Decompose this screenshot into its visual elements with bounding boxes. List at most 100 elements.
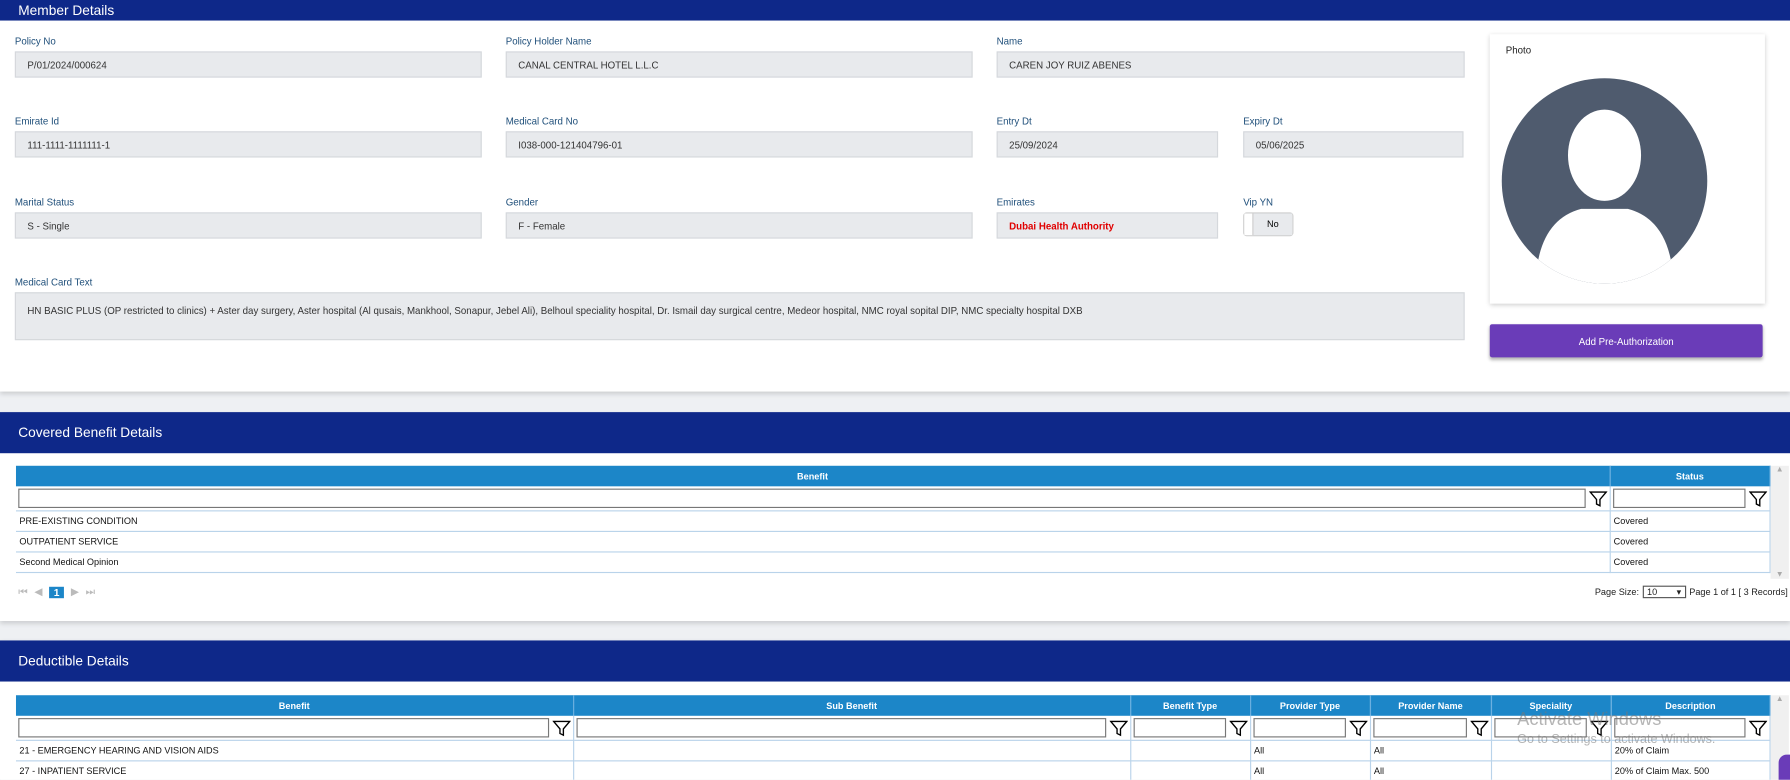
section-title: Member Details (18, 2, 115, 19)
photo-card: Photo (1489, 34, 1765, 304)
emirate-id-label: Emirate Id (14, 115, 60, 127)
column-filter-input[interactable] (1252, 718, 1346, 738)
covered-benefit-header: Covered Benefit Details (0, 412, 1790, 454)
card-no-field[interactable]: I038-000-121404796-01 (505, 131, 973, 158)
column-filter-input[interactable] (18, 718, 549, 738)
avatar-placeholder-icon (1501, 78, 1708, 284)
table-row[interactable]: Second Medical Opinion Covered (15, 551, 1771, 574)
photo-label: Photo (1505, 44, 1532, 56)
add-pre-authorization-button[interactable]: Add Pre-Authorization (1489, 324, 1763, 358)
policy-no-label: Policy No (14, 35, 56, 47)
marital-status-field[interactable]: S - Single (14, 212, 482, 239)
filter-icon[interactable] (1748, 489, 1768, 507)
status-filter-input[interactable] (1612, 488, 1746, 509)
table-cell (573, 760, 1131, 780)
column-header[interactable]: Provider Type (1250, 695, 1371, 716)
prev-page-icon[interactable]: ◀ (34, 586, 42, 599)
benefit-cell: OUTPATIENT SERVICE (15, 531, 1611, 553)
pager: ⏮ ◀ 1 ▶ ⏭ (18, 586, 95, 599)
deductible-header: Deductible Details (0, 640, 1790, 682)
column-header[interactable]: Benefit Type (1130, 695, 1251, 716)
watermark-line1: Activate Windows (1517, 710, 1662, 730)
vip-toggle[interactable]: No (1243, 212, 1294, 237)
column-header-benefit[interactable]: Benefit (15, 465, 1611, 487)
table-cell: All (1369, 740, 1492, 762)
watermark-line2: Go to Settings to activate Windows. (1517, 732, 1716, 747)
column-header-status[interactable]: Status (1609, 465, 1771, 487)
table-cell: All (1250, 760, 1371, 780)
expiry-dt-field[interactable]: 05/06/2025 (1243, 131, 1464, 158)
page-size-value: 10 (1647, 586, 1658, 598)
table-cell (1130, 740, 1251, 762)
status-cell: Covered (1609, 531, 1771, 553)
column-filter-input[interactable] (575, 718, 1106, 738)
table-row[interactable]: 27 - INPATIENT SERVICE All All 20% of Claim… (15, 760, 1771, 780)
column-header[interactable]: Sub Benefit (573, 695, 1131, 716)
entry-dt-field[interactable]: 25/09/2024 (996, 131, 1219, 158)
gender-field[interactable]: F - Female (505, 212, 973, 239)
table-row[interactable]: 21 - EMERGENCY HEARING AND VISION AIDS Al… (15, 740, 1771, 762)
vip-label: Vip YN (1243, 196, 1274, 208)
page-number-button[interactable]: 1 (49, 586, 64, 598)
emirates-field[interactable]: Dubai Health Authority (996, 212, 1219, 239)
filter-icon[interactable] (1748, 719, 1768, 737)
section-title: Deductible Details (18, 652, 129, 669)
table-row[interactable]: PRE-EXISTING CONDITION Covered (15, 510, 1771, 532)
chevron-down-icon: ▾ (1676, 586, 1682, 598)
table-cell: 21 - EMERGENCY HEARING AND VISION AIDS (15, 740, 574, 762)
card-text-label: Medical Card Text (14, 276, 93, 288)
vip-toggle-value: No (1253, 213, 1293, 236)
covered-benefit-table: Benefit Status PRE-EXISTING CONDITION Cove… (15, 465, 1771, 574)
column-header[interactable]: Provider Name (1369, 695, 1492, 716)
windows-activation-watermark: Activate Windows Go to Settings to activ… (1517, 710, 1715, 747)
column-filter-input[interactable] (1133, 718, 1226, 738)
name-field[interactable]: CAREN JOY RUIZ ABENES (996, 51, 1465, 78)
section-title: Covered Benefit Details (18, 424, 163, 441)
filter-icon[interactable] (1469, 719, 1489, 737)
filter-icon[interactable] (551, 719, 571, 737)
table-cell (1130, 760, 1251, 780)
table-cell: 27 - INPATIENT SERVICE (15, 760, 574, 780)
chat-widget-button[interactable] (1778, 754, 1790, 780)
covered-benefit-panel: Covered Benefit Details Benefit Status PR… (0, 412, 1790, 622)
policy-holder-field[interactable]: CANAL CENTRAL HOTEL L.L.C (505, 51, 973, 78)
filter-icon[interactable] (1348, 719, 1368, 737)
table-cell (573, 740, 1131, 762)
next-page-icon[interactable]: ▶ (71, 586, 79, 599)
column-header[interactable]: Benefit (15, 695, 574, 716)
gender-label: Gender (505, 196, 539, 208)
policy-no-field[interactable]: P/01/2024/000624 (14, 51, 482, 78)
page-size-label: Page Size: (1594, 586, 1640, 598)
filter-icon[interactable] (1228, 719, 1248, 737)
deductible-table: Benefit Sub Benefit Benefit Type Provider T… (15, 695, 1771, 780)
card-no-label: Medical Card No (505, 115, 579, 127)
name-label: Name (996, 35, 1023, 47)
expiry-dt-label: Expiry Dt (1243, 115, 1283, 127)
benefit-cell: PRE-EXISTING CONDITION (15, 510, 1611, 532)
page-size-select[interactable]: 10 ▾ (1642, 585, 1686, 599)
table-cell: All (1369, 760, 1492, 780)
table-cell: All (1250, 740, 1371, 762)
filter-icon[interactable] (1588, 489, 1607, 507)
table-cell: 20% of Claim Max. 500 (1610, 760, 1771, 780)
status-cell: Covered (1609, 551, 1771, 574)
filter-icon[interactable] (1109, 719, 1128, 737)
benefit-cell: Second Medical Opinion (15, 551, 1611, 574)
entry-dt-label: Entry Dt (996, 115, 1032, 127)
card-text-area[interactable]: HN BASIC PLUS (OP restricted to clinics)… (14, 292, 1465, 341)
benefit-filter-input[interactable] (18, 488, 1586, 509)
page-info: Page 1 of 1 [ 3 Records] (1689, 586, 1788, 598)
table-row[interactable]: OUTPATIENT SERVICE Covered (15, 531, 1771, 553)
table-cell (1490, 760, 1612, 780)
emirates-label: Emirates (996, 196, 1035, 208)
pager-info: Page Size: 10 ▾ Page 1 of 1 [ 3 Records] (1594, 585, 1788, 599)
first-page-icon[interactable]: ⏮ (18, 586, 27, 599)
policy-holder-label: Policy Holder Name (505, 35, 592, 47)
vertical-scrollbar[interactable]: ▲ ▼ (1770, 465, 1789, 579)
last-page-icon[interactable]: ⏭ (86, 586, 95, 599)
marital-status-label: Marital Status (14, 196, 75, 208)
emirate-id-field[interactable]: 111-1111-1111111-1 (14, 131, 482, 158)
column-filter-input[interactable] (1372, 718, 1467, 738)
status-cell: Covered (1609, 510, 1771, 532)
member-details-header: Member Details (0, 0, 1790, 21)
